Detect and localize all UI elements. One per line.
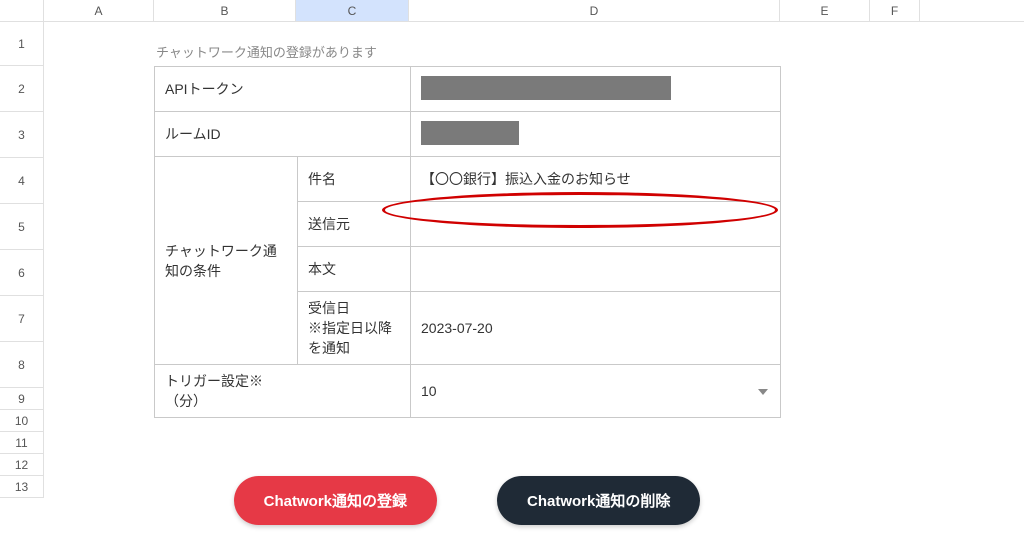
col-head-b[interactable]: B xyxy=(154,0,296,21)
label-received-text: 受信日 xyxy=(308,300,350,316)
label-subject: 件名 xyxy=(298,157,411,202)
label-sender: 送信元 xyxy=(298,202,411,247)
cell-received[interactable]: 2023-07-20 xyxy=(411,292,781,365)
row-head-8[interactable]: 8 xyxy=(0,342,44,388)
cell-trigger-dropdown[interactable]: 10 xyxy=(411,365,781,418)
settings-table: APIトークン ルームID チャットワーク通知の条件 件名 【〇〇銀行】振込入金… xyxy=(154,66,781,418)
label-trigger-unit: （分） xyxy=(165,393,207,409)
cell-subject[interactable]: 【〇〇銀行】振込入金のお知らせ xyxy=(411,157,781,202)
row-head-6[interactable]: 6 xyxy=(0,250,44,296)
col-head-f[interactable]: F xyxy=(870,0,920,21)
row-head-9[interactable]: 9 xyxy=(0,388,44,410)
label-api-token: APIトークン xyxy=(155,67,411,112)
row-head-11[interactable]: 11 xyxy=(0,432,44,454)
label-body: 本文 xyxy=(298,247,411,292)
cell-room-id[interactable] xyxy=(411,112,781,157)
col-head-e[interactable]: E xyxy=(780,0,870,21)
row-head-4[interactable]: 4 xyxy=(0,158,44,204)
label-received-note: ※指定日以降を通知 xyxy=(308,320,392,356)
row-head-12[interactable]: 12 xyxy=(0,454,44,476)
row-head-2[interactable]: 2 xyxy=(0,66,44,112)
cell-sender[interactable] xyxy=(411,202,781,247)
delete-button[interactable]: Chatwork通知の削除 xyxy=(497,476,700,525)
label-received: 受信日 ※指定日以降を通知 xyxy=(298,292,411,365)
caption-text: チャットワーク通知の登録があります xyxy=(154,42,780,66)
redacted-api-token xyxy=(421,76,671,100)
cell-api-token[interactable] xyxy=(411,67,781,112)
row-head-3[interactable]: 3 xyxy=(0,112,44,158)
row-head-1[interactable]: 1 xyxy=(0,22,44,66)
col-head-d[interactable]: D xyxy=(409,0,780,21)
register-button[interactable]: Chatwork通知の登録 xyxy=(234,476,437,525)
row-head-7[interactable]: 7 xyxy=(0,296,44,342)
label-trigger-text: トリガー設定※ xyxy=(165,373,263,389)
grid-area[interactable]: チャットワーク通知の登録があります APIトークン ルームID チャットワーク通… xyxy=(44,22,1024,534)
label-condition-group: チャットワーク通知の条件 xyxy=(155,157,298,365)
row-head-10[interactable]: 10 xyxy=(0,410,44,432)
redacted-room-id xyxy=(421,121,519,145)
cell-body[interactable] xyxy=(411,247,781,292)
row-headers: 1 2 3 4 5 6 7 8 9 10 11 12 13 xyxy=(0,22,44,534)
label-trigger: トリガー設定※ （分） xyxy=(155,365,411,418)
row-head-13[interactable]: 13 xyxy=(0,476,44,498)
row-head-5[interactable]: 5 xyxy=(0,204,44,250)
select-all-corner[interactable] xyxy=(0,0,44,21)
label-room-id: ルームID xyxy=(155,112,411,157)
col-head-c[interactable]: C xyxy=(296,0,409,21)
col-head-a[interactable]: A xyxy=(44,0,154,21)
